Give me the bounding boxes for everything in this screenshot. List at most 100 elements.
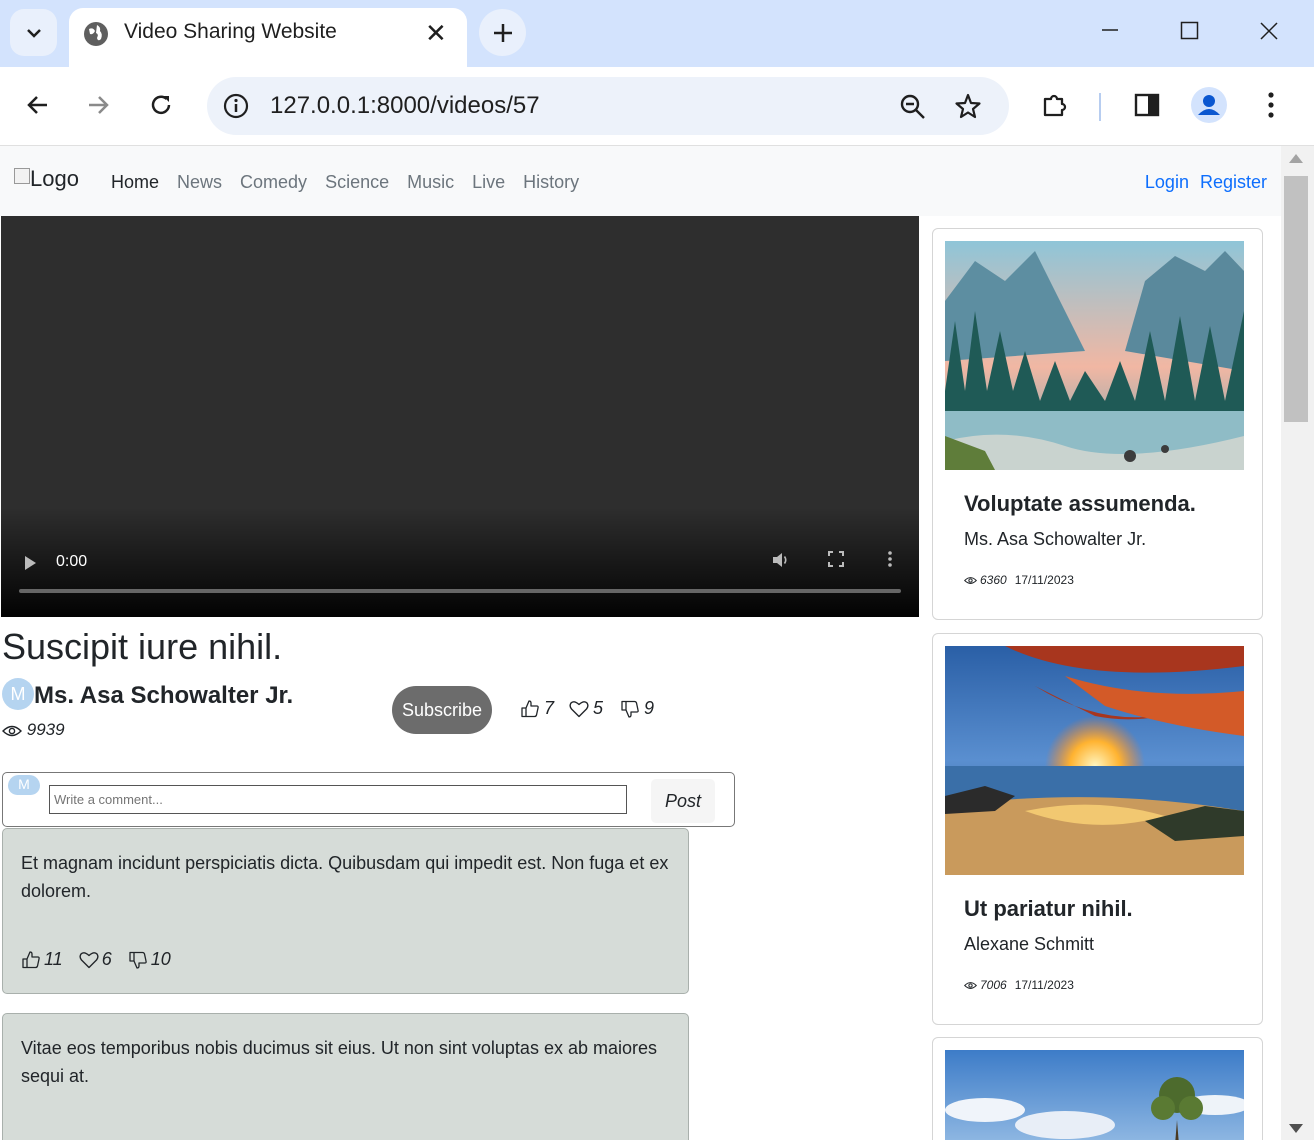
- maximize-button[interactable]: [1180, 21, 1200, 41]
- nav-link-live[interactable]: Live: [472, 172, 505, 193]
- login-link[interactable]: Login: [1145, 172, 1189, 192]
- comment-dislikes-count: 10: [150, 949, 171, 969]
- thumbs-down-icon: [621, 700, 639, 718]
- video-views-count: 9939: [26, 720, 65, 739]
- thumbs-down-icon: [129, 951, 147, 969]
- recommended-video-title[interactable]: Ut pariatur nihil.: [964, 896, 1133, 922]
- nav-link-science[interactable]: Science: [325, 172, 389, 193]
- zoom-icon[interactable]: [899, 93, 927, 121]
- recommended-video-card[interactable]: Ut pariatur nihil. Alexane Schmitt 7006 …: [932, 633, 1263, 1025]
- recommended-video-author: Alexane Schmitt: [964, 934, 1095, 954]
- tab-close-icon[interactable]: ✕: [425, 18, 447, 49]
- recommended-video-card[interactable]: Voluptate assumenda. Ms. Asa Schowalter …: [932, 228, 1263, 620]
- author-avatar[interactable]: M: [2, 678, 34, 710]
- nav-link-news[interactable]: News: [177, 172, 222, 193]
- video-thumbnail[interactable]: [945, 1050, 1244, 1140]
- reload-icon: [151, 95, 171, 115]
- thumbs-up-icon: [22, 950, 40, 968]
- scroll-up-arrow-icon[interactable]: [1289, 154, 1303, 163]
- comment-input[interactable]: [49, 785, 627, 814]
- sunset-beach-image: [945, 646, 1244, 875]
- video-progress-bar[interactable]: [19, 589, 901, 593]
- profile-avatar-icon: [1191, 87, 1227, 123]
- sky-tree-image: [945, 1050, 1244, 1140]
- video-title: Suscipit iure nihil.: [2, 626, 283, 667]
- heart-button[interactable]: 5: [569, 698, 603, 719]
- nav-link-history[interactable]: History: [523, 172, 579, 193]
- video-player[interactable]: 0:00: [1, 216, 919, 617]
- profile-button[interactable]: [1191, 87, 1227, 123]
- like-button[interactable]: 7: [520, 698, 554, 719]
- subscribe-button[interactable]: Subscribe: [392, 686, 492, 734]
- nav-link-comedy[interactable]: Comedy: [240, 172, 307, 193]
- comment-hearts-count: 6: [101, 949, 112, 969]
- video-views: 9939: [2, 720, 65, 740]
- broken-image-icon: [14, 168, 30, 184]
- address-bar[interactable]: 127.0.0.1:8000/videos/57: [207, 77, 1009, 135]
- nav-links: Home News Comedy Science Music Live Hist…: [111, 172, 597, 193]
- close-icon: [1260, 22, 1278, 40]
- recommended-video-meta: 7006 17/11/2023: [964, 978, 1074, 992]
- author-name[interactable]: Ms. Asa Schowalter Jr.: [34, 682, 293, 710]
- video-thumbnail[interactable]: [945, 241, 1244, 470]
- video-hearts-count: 5: [593, 698, 604, 718]
- heart-icon: [79, 951, 99, 968]
- nav-link-music[interactable]: Music: [407, 172, 454, 193]
- comment-card: Vitae eos temporibus nobis ducimus sit e…: [2, 1013, 689, 1140]
- eye-icon: [2, 725, 22, 736]
- menu-button[interactable]: [1253, 87, 1289, 123]
- puzzle-icon: [1043, 94, 1067, 117]
- video-thumbnail[interactable]: [945, 646, 1244, 875]
- chevron-down-icon: [26, 28, 41, 38]
- scroll-down-arrow-icon[interactable]: [1289, 1124, 1303, 1133]
- minimize-icon: [1102, 29, 1118, 31]
- scrollbar-thumb[interactable]: [1284, 176, 1308, 422]
- info-icon[interactable]: [223, 93, 249, 119]
- more-options-icon[interactable]: [887, 550, 893, 568]
- minimize-button[interactable]: [1100, 16, 1120, 36]
- video-dislikes-count: 9: [644, 698, 655, 718]
- extensions-button[interactable]: [1037, 87, 1073, 123]
- thumbs-up-icon: [521, 699, 539, 717]
- recommended-video-title[interactable]: Voluptate assumenda.: [964, 491, 1196, 517]
- post-comment-button[interactable]: Post: [651, 779, 715, 823]
- url-text[interactable]: 127.0.0.1:8000/videos/57: [270, 92, 540, 120]
- reload-button[interactable]: [143, 87, 179, 123]
- video-likes-count: 7: [544, 698, 555, 718]
- forward-button[interactable]: [80, 87, 116, 123]
- side-panel-button[interactable]: [1129, 87, 1165, 123]
- comment-form: M Post: [2, 772, 735, 827]
- nav-link-home[interactable]: Home: [111, 172, 159, 193]
- comment-reactions: 11 6 10: [21, 949, 171, 970]
- dislike-button[interactable]: 9: [620, 698, 654, 719]
- comment-likes-count: 11: [44, 949, 63, 969]
- browser-toolbar: 127.0.0.1:8000/videos/57: [0, 67, 1314, 146]
- recommended-video-views: 6360: [980, 573, 1007, 587]
- eye-icon: [964, 981, 977, 989]
- comment-like-button[interactable]: 11: [21, 949, 63, 970]
- site-logo[interactable]: Logo: [14, 166, 79, 192]
- comment-heart-button[interactable]: 6: [79, 949, 112, 970]
- comment-card: Et magnam incidunt perspiciatis dicta. Q…: [2, 828, 689, 994]
- kebab-menu-icon: [1268, 92, 1274, 118]
- volume-icon[interactable]: [771, 550, 791, 570]
- page-viewport: Logo Home News Comedy Science Music Live…: [0, 146, 1281, 1140]
- comment-dislike-button[interactable]: 10: [128, 949, 171, 970]
- side-panel-icon: [1134, 93, 1160, 117]
- play-icon[interactable]: [25, 556, 36, 570]
- page-scrollbar[interactable]: [1281, 146, 1314, 1140]
- recommended-video-card[interactable]: [932, 1037, 1263, 1140]
- tab-title: Video Sharing Website: [124, 20, 337, 43]
- tab-search-button[interactable]: [10, 9, 57, 56]
- comment-text: Vitae eos temporibus nobis ducimus sit e…: [21, 1038, 657, 1086]
- comment-text: Et magnam incidunt perspiciatis dicta. Q…: [21, 853, 669, 901]
- register-link[interactable]: Register: [1200, 172, 1267, 192]
- maximize-icon: [1180, 21, 1199, 40]
- back-button[interactable]: [20, 87, 56, 123]
- commenter-avatar: M: [8, 775, 40, 795]
- browser-tab[interactable]: Video Sharing Website ✕: [69, 8, 467, 67]
- close-window-button[interactable]: [1259, 21, 1279, 41]
- star-icon[interactable]: [954, 92, 982, 120]
- fullscreen-icon[interactable]: [827, 550, 845, 568]
- new-tab-button[interactable]: [479, 9, 526, 56]
